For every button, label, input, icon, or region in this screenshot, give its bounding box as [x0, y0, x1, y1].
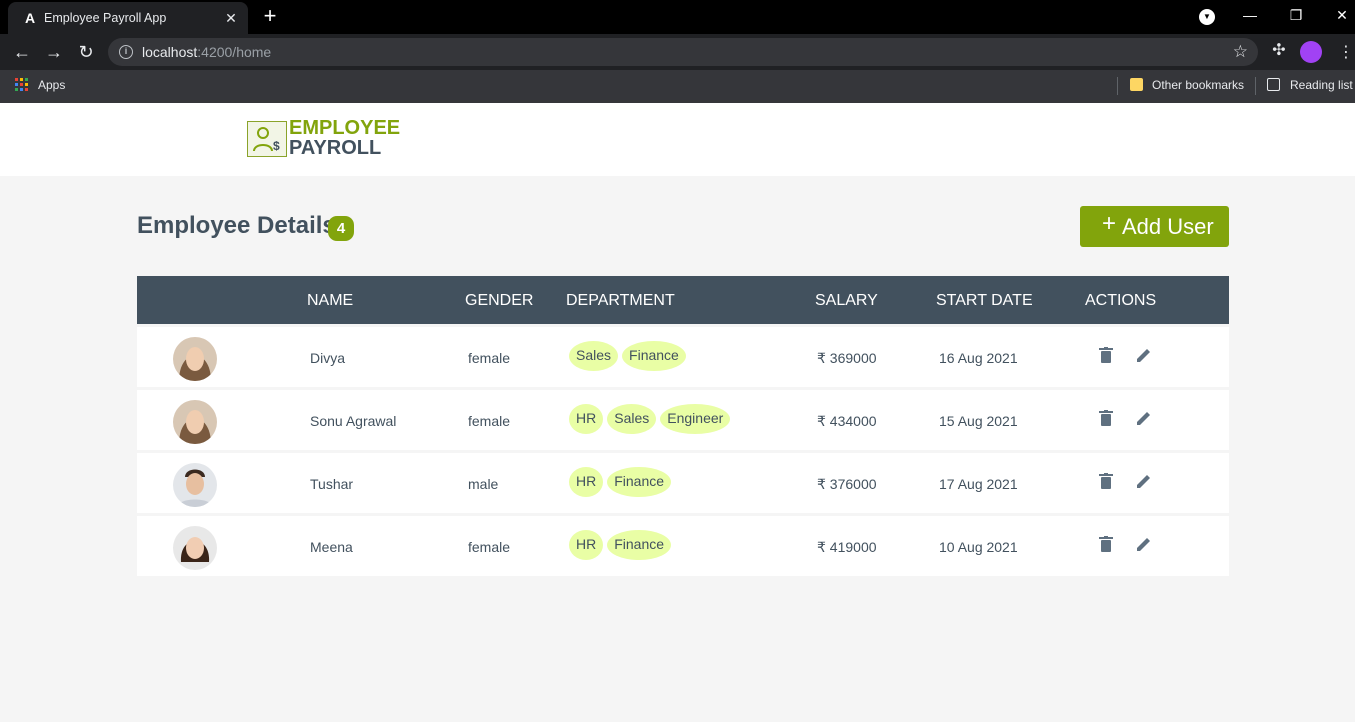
employee-salary: ₹ 376000 — [817, 476, 877, 492]
table-row: Meena female HR Finance ₹ 419000 10 Aug … — [137, 516, 1229, 576]
svg-text:$: $ — [273, 139, 280, 153]
avatar — [173, 463, 217, 507]
plus-icon: + — [1102, 210, 1117, 237]
table-row: Sonu Agrawal female HR Sales Engineer ₹ … — [137, 390, 1229, 450]
department-chips: HR Finance — [569, 530, 672, 560]
department-chip: Sales — [607, 404, 657, 434]
page-title: Employee Details — [137, 212, 336, 239]
address-bar[interactable]: i localhost:4200/home ☆ — [108, 38, 1258, 66]
employee-start-date: 16 Aug 2021 — [939, 350, 1018, 366]
new-tab-icon[interactable]: + — [258, 4, 282, 28]
browser-toolbar: ← → ↻ i localhost:4200/home ☆ — [0, 34, 1355, 70]
column-header-gender: GENDER — [465, 292, 534, 309]
tab-title: Employee Payroll App — [44, 11, 167, 25]
url-text: localhost:4200/home — [142, 44, 272, 60]
department-chip: HR — [569, 404, 604, 434]
reading-list[interactable]: Reading list — [1290, 78, 1353, 92]
delete-icon[interactable] — [1099, 410, 1115, 428]
employee-salary: ₹ 434000 — [817, 413, 877, 429]
department-chip: Finance — [622, 341, 686, 371]
employee-start-date: 15 Aug 2021 — [939, 413, 1018, 429]
reading-list-icon — [1267, 78, 1280, 91]
browser-tab-strip: A Employee Payroll App ✕ + ▼ — ❐ ✕ — [0, 0, 1355, 34]
divider — [1255, 77, 1256, 95]
column-header-salary: SALARY — [815, 292, 878, 309]
column-header-start-date: START DATE — [936, 292, 1033, 309]
department-chips: HR Sales Engineer — [569, 404, 731, 434]
department-chip: Finance — [607, 467, 672, 497]
logo-text: EMPLOYEE PAYROLL — [289, 117, 401, 159]
folder-icon — [1130, 78, 1143, 91]
department-chips: Sales Finance — [569, 341, 686, 371]
employee-start-date: 10 Aug 2021 — [939, 539, 1018, 555]
app-header: $ EMPLOYEE PAYROLL — [0, 103, 1355, 176]
profile-avatar[interactable] — [1300, 41, 1322, 63]
payroll-logo-icon: $ — [247, 121, 287, 157]
employee-salary: ₹ 419000 — [817, 539, 877, 555]
table-row: Divya female Sales Finance ₹ 369000 16 A… — [137, 327, 1229, 387]
tab-search-icon[interactable]: ▼ — [1199, 9, 1215, 25]
column-header-name: NAME — [307, 292, 354, 309]
department-chip: HR — [569, 467, 604, 497]
employee-name: Sonu Agrawal — [310, 413, 397, 429]
department-chips: HR Finance — [569, 467, 672, 497]
count-badge: 4 — [328, 216, 354, 241]
table-row: Tushar male HR Finance ₹ 376000 17 Aug 2… — [137, 453, 1229, 513]
bookmark-star-icon[interactable]: ☆ — [1233, 42, 1248, 62]
window-close-icon[interactable]: ✕ — [1319, 0, 1355, 32]
employee-name: Tushar — [310, 476, 354, 492]
avatar — [173, 526, 217, 570]
apps-grid-icon[interactable] — [15, 78, 28, 91]
employee-gender: female — [468, 539, 511, 555]
restore-icon[interactable]: ❐ — [1273, 0, 1319, 32]
other-bookmarks[interactable]: Other bookmarks — [1152, 78, 1244, 92]
edit-icon[interactable] — [1136, 473, 1152, 491]
column-header-department: DEPARTMENT — [566, 292, 675, 309]
delete-icon[interactable] — [1099, 347, 1115, 365]
minimize-icon[interactable]: — — [1227, 0, 1273, 32]
employee-name: Meena — [310, 539, 353, 555]
delete-icon[interactable] — [1099, 536, 1115, 554]
apps-bookmark[interactable]: Apps — [38, 78, 65, 92]
menu-icon[interactable]: ⋮ — [1338, 42, 1354, 62]
edit-icon[interactable] — [1136, 347, 1152, 365]
employee-gender: female — [468, 350, 511, 366]
add-user-button[interactable]: + Add User — [1080, 206, 1229, 247]
delete-icon[interactable] — [1099, 473, 1115, 491]
add-user-label: Add User — [1122, 214, 1214, 239]
employee-start-date: 17 Aug 2021 — [939, 476, 1018, 492]
browser-tab[interactable]: A Employee Payroll App ✕ — [8, 2, 248, 34]
department-chip: Finance — [607, 530, 672, 560]
divider — [1117, 77, 1118, 95]
avatar — [173, 400, 217, 444]
employee-gender: female — [468, 413, 511, 429]
extensions-icon[interactable]: ✣ — [1270, 40, 1288, 59]
edit-icon[interactable] — [1136, 536, 1152, 554]
employee-salary: ₹ 369000 — [817, 350, 877, 366]
angular-favicon-icon: A — [24, 10, 36, 26]
bookmarks-bar: Apps Other bookmarks Reading list — [0, 70, 1355, 103]
tab-close-icon[interactable]: ✕ — [222, 9, 240, 27]
employee-table: NAME GENDER DEPARTMENT SALARY START DATE… — [137, 276, 1229, 576]
department-chip: HR — [569, 530, 604, 560]
column-header-actions: ACTIONS — [1085, 292, 1157, 309]
edit-icon[interactable] — [1136, 410, 1152, 428]
table-header: NAME GENDER DEPARTMENT SALARY START DATE… — [137, 276, 1229, 324]
avatar — [173, 337, 217, 381]
forward-icon[interactable]: → — [42, 40, 66, 64]
back-icon[interactable]: ← — [10, 40, 34, 64]
reload-icon[interactable]: ↻ — [74, 40, 98, 64]
department-chip: Sales — [569, 341, 619, 371]
employee-gender: male — [468, 476, 499, 492]
site-info-icon[interactable]: i — [119, 45, 133, 59]
department-chip: Engineer — [660, 404, 731, 434]
employee-name: Divya — [310, 350, 346, 366]
